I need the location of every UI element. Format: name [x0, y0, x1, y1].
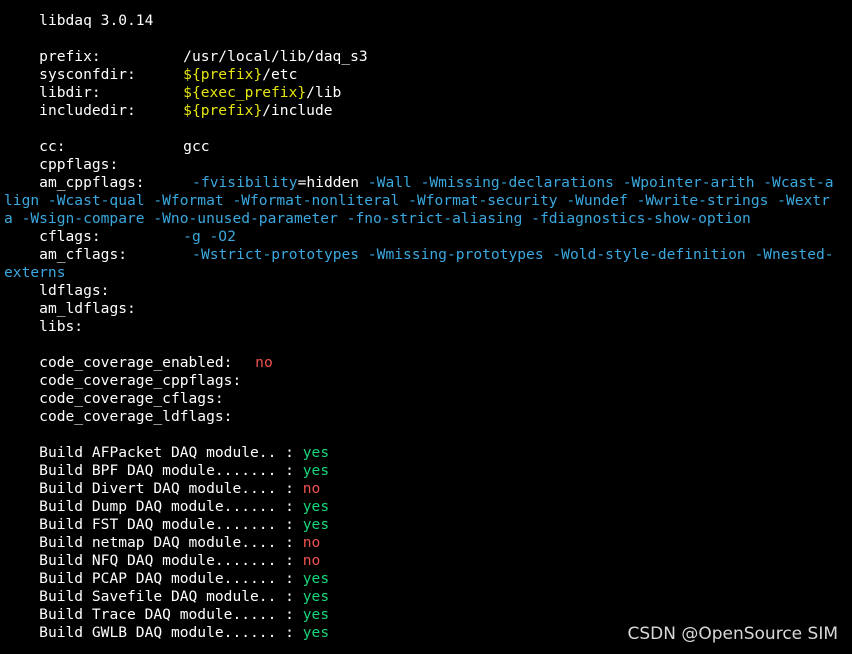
module-line: Build PCAP DAQ module...... : yes [4, 570, 329, 588]
module-status: yes [302, 444, 330, 461]
am-cppflags-wrap-line: lign -Wcast-qual -Wformat -Wformat-nonli… [4, 192, 830, 209]
libdir-variable: ${exec_prefix} [183, 84, 307, 101]
module-line: Build BPF DAQ module....... : yes [4, 462, 329, 480]
ldflags-line: ldflags: [4, 282, 109, 300]
cflags-line: cflags: -g -O2 [4, 228, 236, 246]
module-line: Build AFPacket DAQ module.. : yes [4, 444, 329, 462]
module-label: Build netmap DAQ module.... : [39, 534, 303, 551]
module-status: yes [302, 624, 330, 641]
libs-label: libs: [39, 318, 84, 335]
am-cppflags-label: am_cppflags: [39, 174, 145, 191]
includedir-variable: ${prefix} [183, 102, 263, 119]
module-status: yes [302, 516, 330, 533]
module-line: Build NFQ DAQ module....... : no [4, 552, 320, 570]
module-status: no [302, 552, 321, 569]
includedir-path: /include [262, 102, 333, 119]
module-line: Build Savefile DAQ module.. : yes [4, 588, 329, 606]
module-label: Build BPF DAQ module....... : [39, 462, 303, 479]
module-label: Build PCAP DAQ module...... : [39, 570, 303, 587]
module-label: Build Savefile DAQ module.. : [39, 588, 303, 605]
libdir-label: libdir: [39, 84, 101, 101]
am-cppflags-line: am_cppflags: -fvisibility=hidden -Wall -W… [4, 174, 834, 192]
am-cflags-wrap-line: externs [4, 264, 66, 281]
sysconfdir-path: /etc [262, 66, 298, 83]
am-cppflags-flags: -Wall -Wmissing-declarations -Wpointer-a… [367, 174, 834, 191]
libs-line: libs: [4, 318, 83, 336]
cc-line: cc: gcc [4, 138, 210, 156]
module-label: Build NFQ DAQ module....... : [39, 552, 303, 569]
prefix-line: prefix: /usr/local/lib/daq_s3 [4, 48, 368, 66]
sysconfdir-label: sysconfdir: [39, 66, 136, 83]
module-label: Build GWLB DAQ module...... : [39, 624, 303, 641]
cppflags-label: cppflags: [39, 156, 119, 173]
prefix-label: prefix: [39, 48, 101, 65]
module-label: Build Trace DAQ module..... : [39, 606, 303, 623]
am-ldflags-line: am_ldflags: [4, 300, 136, 318]
code-coverage-cppflags-label: code_coverage_cppflags: [39, 372, 242, 389]
code-coverage-enabled-label: code_coverage_enabled: [39, 354, 233, 371]
am-cflags-label: am_cflags: [39, 246, 128, 263]
module-status: no [302, 480, 321, 497]
sysconfdir-line: sysconfdir: ${prefix}/etc [4, 66, 297, 84]
cflags-label: cflags: [39, 228, 101, 245]
module-status: yes [302, 588, 330, 605]
module-label: Build Dump DAQ module...... : [39, 498, 303, 515]
module-label: Build Divert DAQ module.... : [39, 480, 303, 497]
includedir-label: includedir: [39, 102, 136, 119]
ldflags-label: ldflags: [39, 282, 110, 299]
code-coverage-ldflags-line: code_coverage_ldflags: [4, 408, 232, 426]
module-line: Build Trace DAQ module..... : yes [4, 606, 329, 624]
module-line: Build FST DAQ module....... : yes [4, 516, 329, 534]
cppflags-line: cppflags: [4, 156, 118, 174]
am-ldflags-label: am_ldflags: [39, 300, 136, 317]
cflags-value: -g -O2 [183, 228, 236, 245]
code-coverage-enabled-value: no [255, 354, 273, 371]
am-cflags-line: am_cflags: -Wstrict-prototypes -Wmissing-… [4, 246, 834, 264]
terminal-window[interactable]: libdaq 3.0.14 prefix: /usr/local/lib/daq_… [0, 0, 852, 654]
includedir-line: includedir: ${prefix}/include [4, 102, 333, 120]
watermark-text: CSDN @OpenSource SIM [627, 624, 838, 644]
code-coverage-cppflags-line: code_coverage_cppflags: [4, 372, 241, 390]
cc-label: cc: [39, 138, 66, 155]
module-status: yes [302, 462, 330, 479]
version-text: libdaq 3.0.14 [39, 12, 154, 29]
code-coverage-enabled-line: code_coverage_enabled: no [4, 354, 273, 372]
code-coverage-ldflags-label: code_coverage_ldflags: [39, 408, 233, 425]
am-cppflags-flag: -fvisibility [192, 174, 298, 191]
module-label: Build FST DAQ module....... : [39, 516, 303, 533]
module-line: Build Divert DAQ module.... : no [4, 480, 320, 498]
header-line: libdaq 3.0.14 [4, 12, 153, 30]
libdir-line: libdir: ${exec_prefix}/lib [4, 84, 341, 102]
module-line: Build Dump DAQ module...... : yes [4, 498, 329, 516]
module-status: yes [302, 606, 330, 623]
code-coverage-cflags-line: code_coverage_cflags: [4, 390, 224, 408]
am-cppflags-wrap-line: a -Wsign-compare -Wno-unused-parameter -… [4, 210, 751, 227]
am-cflags-flags: -Wstrict-prototypes -Wmissing-prototypes… [192, 246, 834, 263]
prefix-value: /usr/local/lib/daq_s3 [183, 48, 368, 65]
module-label: Build AFPacket DAQ module.. : [39, 444, 303, 461]
module-status: yes [302, 498, 330, 515]
libdir-path: /lib [306, 84, 342, 101]
module-status: no [302, 534, 321, 551]
sysconfdir-variable: ${prefix} [183, 66, 263, 83]
am-cppflags-value: =hidden [297, 174, 368, 191]
module-status: yes [302, 570, 330, 587]
module-line: Build GWLB DAQ module...... : yes [4, 624, 329, 642]
cc-value: gcc [183, 138, 210, 155]
module-line: Build netmap DAQ module.... : no [4, 534, 320, 552]
code-coverage-cflags-label: code_coverage_cflags: [39, 390, 224, 407]
